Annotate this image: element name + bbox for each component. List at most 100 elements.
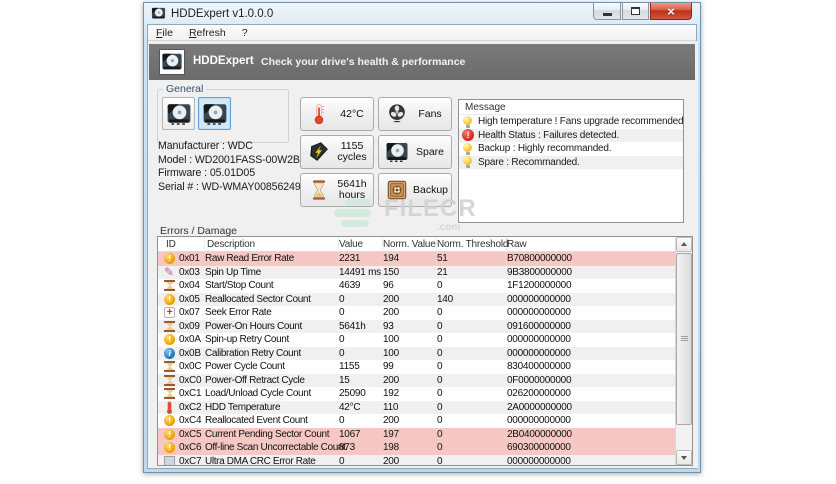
table-row[interactable]: 0x07Seek Error Rate02000000000000000 [158, 306, 675, 320]
table-row[interactable]: 0x04 Start/Stop Count 4639 96 0 1F1200000000 [158, 279, 675, 293]
cell: 026200000000 [507, 388, 571, 400]
cell: 1F1200000000 [507, 280, 572, 292]
table-row[interactable]: 0x03 Spin Up Time 14491 ms150 21 9B380000000… [158, 265, 675, 279]
cell: Reallocated Sector Count [205, 293, 311, 305]
table-row[interactable]: 0xC6Off-line Scan Uncorrectable Count873… [158, 441, 675, 455]
firmware-line: Firmware : 05.01D05 [158, 167, 256, 180]
cell: 200 [383, 455, 399, 465]
fans-button[interactable]: Fans [378, 97, 452, 131]
cell: 0F0000000000 [507, 374, 572, 386]
table-row[interactable]: 0xC4Reallocated Event Count0200000000000… [158, 414, 675, 428]
cell: 0 [339, 307, 345, 319]
cell: 0x01 [179, 253, 200, 265]
column-header-value[interactable]: Value [339, 237, 383, 252]
manufacturer-line: Manufacturer : WDC [158, 140, 253, 152]
maximize-button[interactable] [622, 3, 649, 20]
message-text: High temperature ! Fans upgrade recommen… [478, 116, 684, 128]
warning-icon [164, 442, 175, 454]
column-header-description[interactable]: Description [205, 237, 339, 252]
table-row[interactable]: 0xC1 Load/Unload Cycle Count 25090 192 0 0262… [158, 387, 675, 401]
table-row[interactable]: 0x05 Reallocated Sector Count 0 200 140 00000… [158, 292, 675, 306]
drive-select-2[interactable] [198, 97, 231, 130]
table-row[interactable]: 0xC2 HDD Temperature 42°C 110 0 2A0000000000 [158, 400, 675, 414]
cell: 100 [383, 347, 399, 359]
table-row[interactable]: 0x0ASpin-up Retry Count01000000000000000 [158, 333, 675, 347]
spare-button[interactable]: Spare [378, 135, 452, 169]
cell: 0 [339, 415, 345, 427]
cell: 200 [383, 374, 399, 386]
thermometer-icon [307, 102, 331, 126]
column-header-id[interactable]: ID [158, 237, 205, 252]
cell: 0 [437, 401, 443, 413]
cell: 0 [437, 428, 443, 440]
hdd-icon [162, 53, 182, 70]
menu-file[interactable]: File [148, 25, 181, 41]
warning-icon [164, 415, 175, 427]
cell: Power Cycle Count [205, 361, 285, 373]
drive-info: Manufacturer : WDC Model : WD2001FASS-00… [158, 140, 306, 194]
drive-select-1[interactable] [162, 97, 195, 130]
cycles-button[interactable]: 1155 cycles [300, 135, 374, 169]
cell: 194 [383, 253, 399, 265]
hdd-logo [159, 49, 185, 75]
cell: 000000000000 [507, 455, 571, 465]
cell: HDD Temperature [205, 401, 281, 413]
cell: 0 [437, 320, 443, 332]
message-item[interactable]: Spare : Recommanded. [459, 155, 683, 169]
column-header-norm-threshold[interactable]: Norm. Threshold [437, 237, 508, 252]
cell: 1067 [339, 428, 361, 440]
cell: 000000000000 [507, 307, 571, 319]
backup-button[interactable]: Backup [378, 173, 452, 207]
column-header-norm-value[interactable]: Norm. Value [383, 237, 437, 252]
cell: 0x04 [179, 280, 200, 292]
cell: 198 [383, 442, 399, 454]
cell: 091600000000 [507, 320, 571, 332]
message-item[interactable]: Backup : Highly recommanded. [459, 142, 683, 156]
cell: Seek Error Rate [205, 307, 272, 319]
close-button[interactable]: × [650, 3, 692, 20]
vertical-scrollbar[interactable] [675, 237, 692, 465]
table-row[interactable]: 0x0C Power Cycle Count 1155 99 0 830400000000 [158, 360, 675, 374]
cell: 0 [437, 307, 443, 319]
minimize-button[interactable] [593, 3, 621, 20]
message-item[interactable]: Health Status : Failures detected. [459, 128, 683, 142]
menu-help[interactable]: ? [234, 25, 256, 41]
menu-refresh[interactable]: Refresh [181, 25, 234, 41]
cell: 21 [437, 266, 448, 278]
general-label: General [163, 83, 207, 95]
cell: 0x03 [179, 266, 200, 278]
cycles-unit: cycles [337, 151, 367, 163]
aid-icon [164, 307, 175, 319]
cell: 4639 [339, 280, 361, 292]
cell: 100 [383, 334, 399, 346]
scrollbar-thumb[interactable] [676, 253, 692, 425]
table-row[interactable]: 0xC5Current Pending Sector Count 1067 197 0… [158, 427, 675, 441]
cell: 9B3800000000 [507, 266, 572, 278]
table-row[interactable]: 0xC0 Power-Off Retract Cycle 15 200 0 0F00000… [158, 373, 675, 387]
thermometer-icon [164, 401, 175, 414]
cell: 0xC4 [179, 415, 202, 427]
cell: 830400000000 [507, 361, 571, 373]
client-area: HDDExpert Check your drive's health & pe… [148, 41, 698, 468]
cell: Ultra DMA CRC Error Rate [205, 455, 316, 465]
cell: 0 [437, 361, 443, 373]
cell: B70800000000 [507, 253, 572, 265]
scrollbar-grip-icon [681, 336, 688, 341]
scroll-down-button[interactable] [676, 450, 692, 465]
general-groupbox: General [157, 83, 289, 143]
hours-button[interactable]: 5641h hours [300, 173, 374, 207]
spare-label: Spare [415, 145, 445, 158]
table-row[interactable]: 0x09 Power-On Hours Count 5641h 93 0 09160000… [158, 319, 675, 333]
temperature-button[interactable]: 42°C [300, 97, 374, 131]
message-item[interactable]: High temperature ! Fans upgrade recommen… [459, 115, 683, 129]
table-row[interactable]: 0x0BCalibration Retry Count0100000000000… [158, 346, 675, 360]
cell: 0 [339, 455, 345, 465]
table-row[interactable]: 0x01 Raw Read Error Rate 2231 194 51 B7080000… [158, 252, 675, 266]
table-row[interactable]: 0xC7 Ultra DMA CRC Error Rate 0 200 0 0000000… [158, 454, 675, 465]
model-line: Model : WD2001FASS-00W2B0 [158, 153, 306, 166]
titlebar[interactable]: HDDExpert v1.0.0.0 × [144, 3, 700, 24]
column-header-raw[interactable]: Raw [507, 237, 692, 252]
scroll-up-button[interactable] [676, 237, 692, 252]
message-header: Message [459, 100, 683, 115]
message-list: High temperature ! Fans upgrade recommen… [459, 115, 683, 169]
